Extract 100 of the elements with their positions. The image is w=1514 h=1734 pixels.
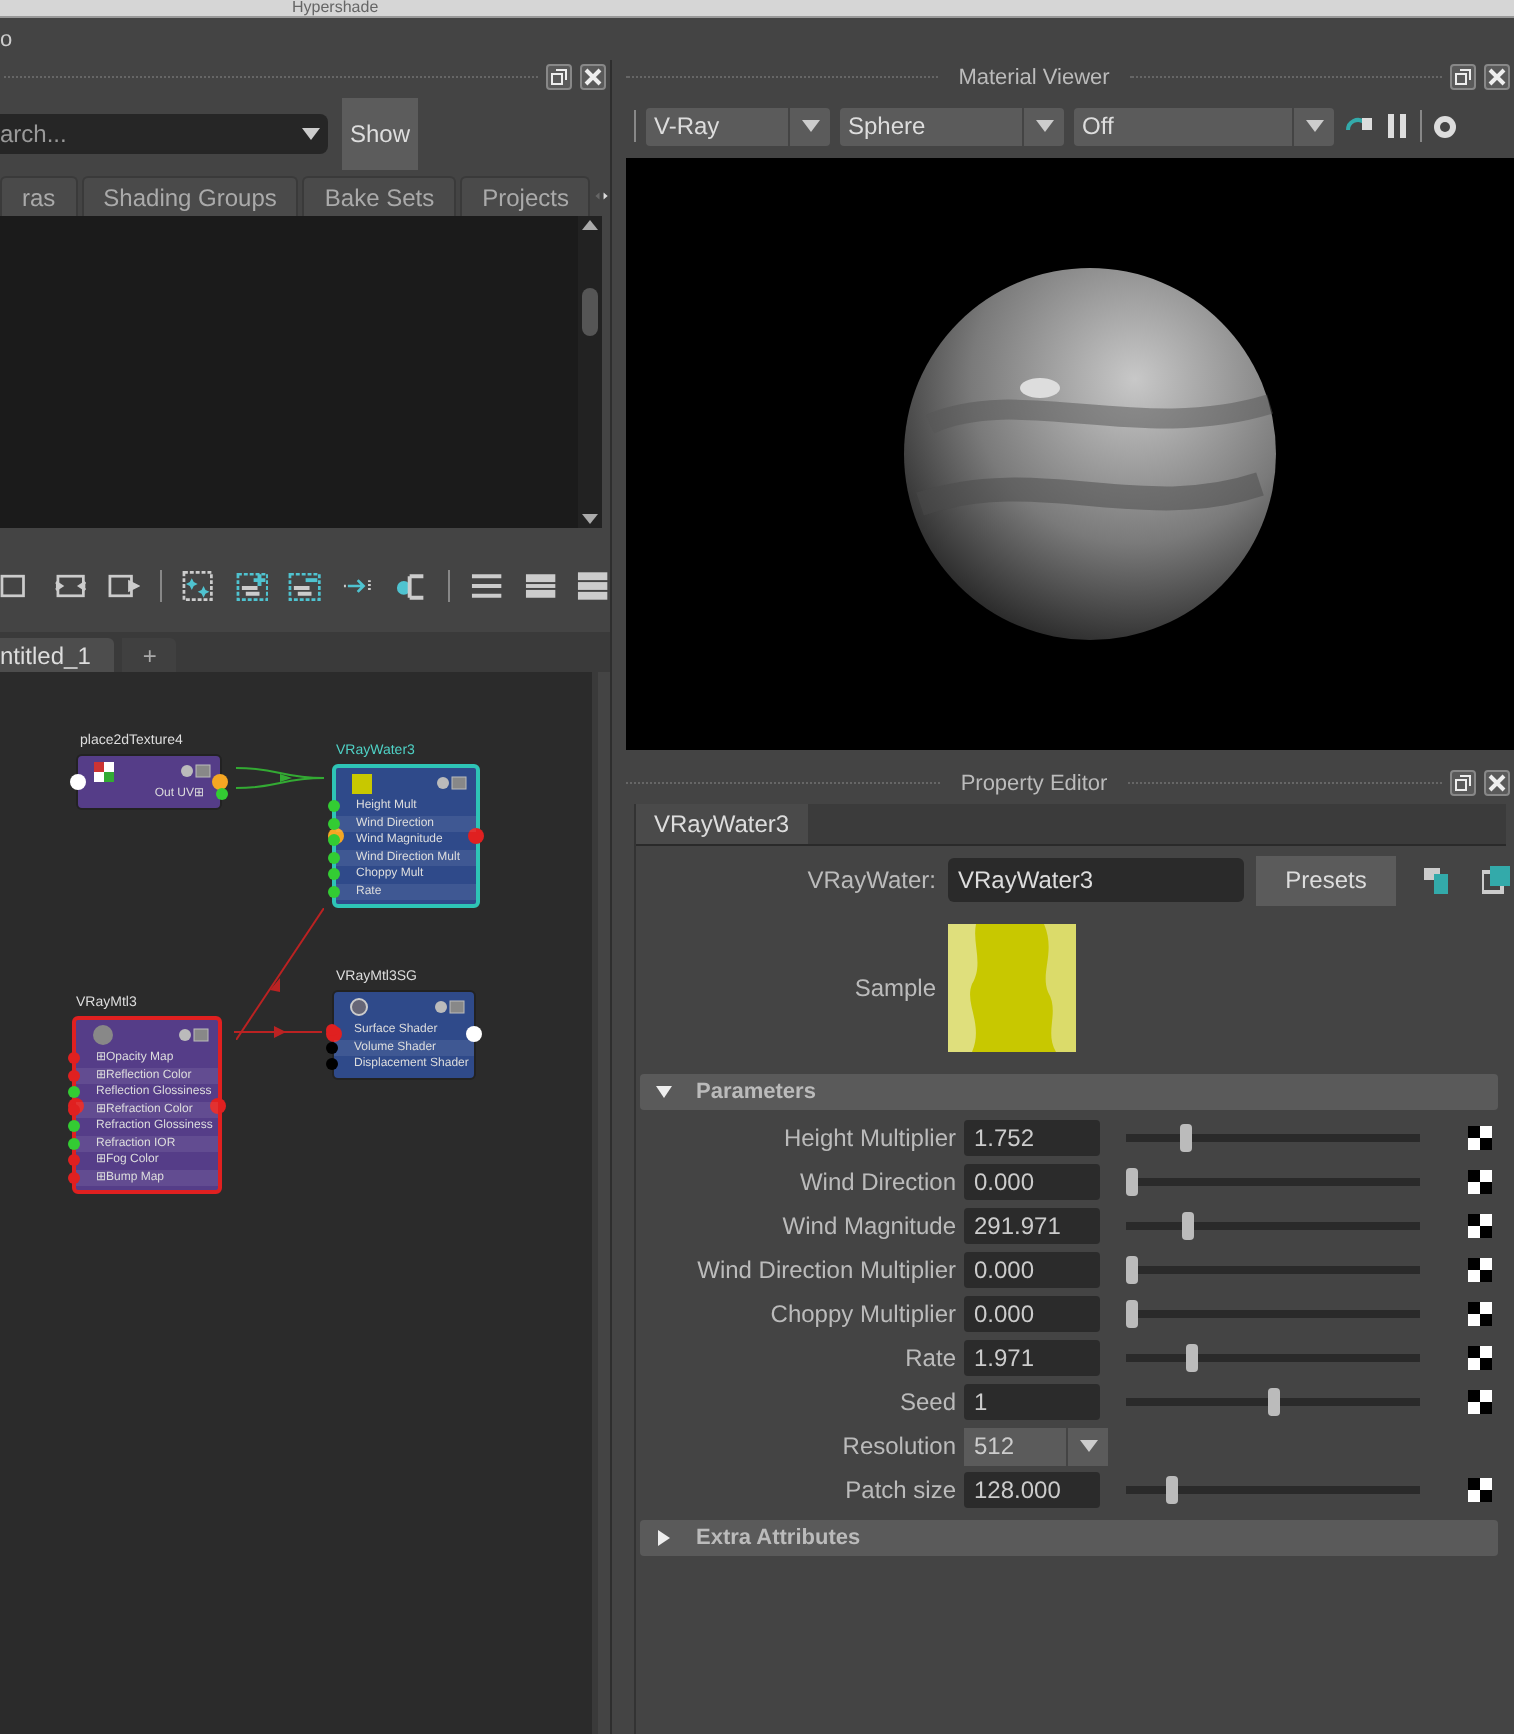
collapse-arrow-icon[interactable]: [656, 1084, 672, 1100]
port-dot[interactable]: [68, 1137, 80, 1150]
section-title: Parameters: [696, 1080, 816, 1104]
node-name-field[interactable]: VRayWater3: [948, 858, 1244, 902]
copy-tab-icon[interactable]: [1482, 866, 1510, 894]
attribute-label: Rate: [903, 1344, 956, 1372]
presets-button[interactable]: Presets: [1256, 855, 1396, 905]
tab[interactable]: Bake Sets: [302, 176, 457, 216]
port-dot[interactable]: [466, 1026, 482, 1043]
port-dot[interactable]: [210, 1097, 226, 1113]
list-bars-icon[interactable]: [576, 570, 611, 602]
aperture-icon[interactable]: [1432, 113, 1458, 139]
value-field[interactable]: 0.000: [964, 1164, 1100, 1200]
checker-icon[interactable]: [1468, 1390, 1492, 1414]
show-button[interactable]: Show: [342, 98, 418, 170]
port-dot[interactable]: [326, 1058, 338, 1071]
tab[interactable]: Shading Groups: [81, 176, 299, 216]
load-attributes-icon[interactable]: [1424, 867, 1450, 893]
tab[interactable]: ras: [0, 176, 78, 216]
slider-thumb[interactable]: [1179, 1124, 1192, 1152]
float-panel-icon[interactable]: [1450, 770, 1476, 796]
scroll-bar[interactable]: [578, 216, 602, 528]
checker-icon[interactable]: [1468, 1214, 1492, 1238]
slider-thumb[interactable]: [1126, 1300, 1138, 1328]
menu-label[interactable]: o: [0, 27, 13, 51]
resolution-dropdown[interactable]: 512: [964, 1427, 1108, 1465]
node-mode-icon[interactable]: [434, 1000, 466, 1014]
value-field[interactable]: 1.752: [964, 1120, 1100, 1156]
section-header[interactable]: Extra Attributes: [640, 1520, 1498, 1556]
checker-icon[interactable]: [1468, 1346, 1492, 1370]
pause-icon[interactable]: [1386, 112, 1410, 140]
list-lines-icon[interactable]: [470, 570, 504, 602]
port-dot[interactable]: [328, 800, 340, 813]
graph-tab[interactable]: +: [122, 638, 177, 672]
graph-tab[interactable]: ntitled_1: [0, 638, 115, 672]
sample-label: Sample: [852, 974, 936, 1002]
port-dot[interactable]: [216, 788, 228, 801]
port-dot[interactable]: [70, 773, 86, 790]
editor-tab[interactable]: VRayWater3: [636, 804, 808, 844]
node-branch-icon[interactable]: [394, 570, 429, 602]
sphere-icon: [92, 1024, 114, 1046]
sparkle-frame-icon[interactable]: [181, 570, 216, 602]
tab[interactable]: Projects: [460, 176, 591, 216]
checker-icon[interactable]: [1468, 1478, 1492, 1502]
slider-thumb[interactable]: [1126, 1256, 1138, 1284]
value-field[interactable]: 128.000: [964, 1472, 1100, 1508]
node-type-label: VRayWater:: [805, 866, 936, 894]
checker-icon[interactable]: [1468, 1170, 1492, 1194]
port-dot[interactable]: [328, 885, 340, 898]
remove-node-icon[interactable]: [288, 570, 322, 602]
node-mode-icon[interactable]: [436, 776, 468, 790]
port-dot[interactable]: [328, 817, 340, 830]
port-dot[interactable]: [328, 868, 340, 881]
list-bars-icon[interactable]: [523, 570, 557, 602]
close-icon[interactable]: [580, 64, 606, 90]
port-dot[interactable]: [328, 851, 340, 864]
port-dot[interactable]: [328, 834, 340, 847]
add-node-icon[interactable]: [235, 570, 269, 602]
float-panel-icon[interactable]: [546, 64, 572, 90]
caret-icon: [1035, 120, 1053, 132]
expand-arrow-icon[interactable]: [656, 1530, 672, 1546]
caret-icon: [1079, 1440, 1097, 1452]
slider-thumb[interactable]: [1126, 1168, 1138, 1196]
search-dropdown[interactable]: arch...: [0, 114, 328, 154]
node-mode-icon[interactable]: [180, 764, 212, 778]
port-dot[interactable]: [68, 1154, 80, 1167]
port-dot[interactable]: [326, 1024, 338, 1037]
port-dot[interactable]: [326, 1041, 338, 1054]
port-dot[interactable]: [68, 1120, 80, 1133]
port-dot[interactable]: [468, 828, 484, 844]
slider-thumb[interactable]: [1165, 1476, 1178, 1504]
checker-icon[interactable]: [1468, 1302, 1492, 1326]
close-icon[interactable]: [1484, 770, 1510, 796]
slider-thumb[interactable]: [1267, 1388, 1280, 1416]
renderer-dropdown[interactable]: Off: [1074, 107, 1334, 145]
value-field[interactable]: 0.000: [964, 1252, 1100, 1288]
node-mode-icon[interactable]: [178, 1028, 210, 1042]
port-dot[interactable]: [68, 1052, 80, 1065]
renderer-dropdown[interactable]: Sphere: [840, 107, 1064, 145]
frame-arrows-icon[interactable]: [53, 570, 87, 602]
slider-thumb[interactable]: [1182, 1212, 1195, 1240]
value-field[interactable]: 0.000: [964, 1296, 1100, 1332]
attribute-label: Resolution: [840, 1432, 956, 1460]
slider-thumb[interactable]: [1185, 1344, 1198, 1372]
port-dot[interactable]: [212, 773, 228, 790]
search-field[interactable]: arch...: [0, 120, 260, 148]
value-field[interactable]: 291.971: [964, 1208, 1100, 1244]
renderer-dropdown[interactable]: V-Ray: [646, 107, 830, 145]
value-field[interactable]: 1.971: [964, 1340, 1100, 1376]
panel-title: Property Editor: [958, 771, 1110, 795]
checker-icon[interactable]: [1468, 1258, 1492, 1282]
port-dot[interactable]: [68, 1086, 80, 1099]
value-field[interactable]: 1: [964, 1384, 1100, 1420]
close-icon[interactable]: [1484, 64, 1511, 90]
float-panel-icon[interactable]: [1450, 64, 1477, 90]
port-dot[interactable]: [68, 1171, 80, 1184]
checker-icon[interactable]: [1468, 1126, 1492, 1150]
panel-title: Material Viewer: [956, 65, 1112, 89]
section-header[interactable]: Parameters: [640, 1074, 1498, 1110]
port-dot[interactable]: [68, 1069, 80, 1082]
